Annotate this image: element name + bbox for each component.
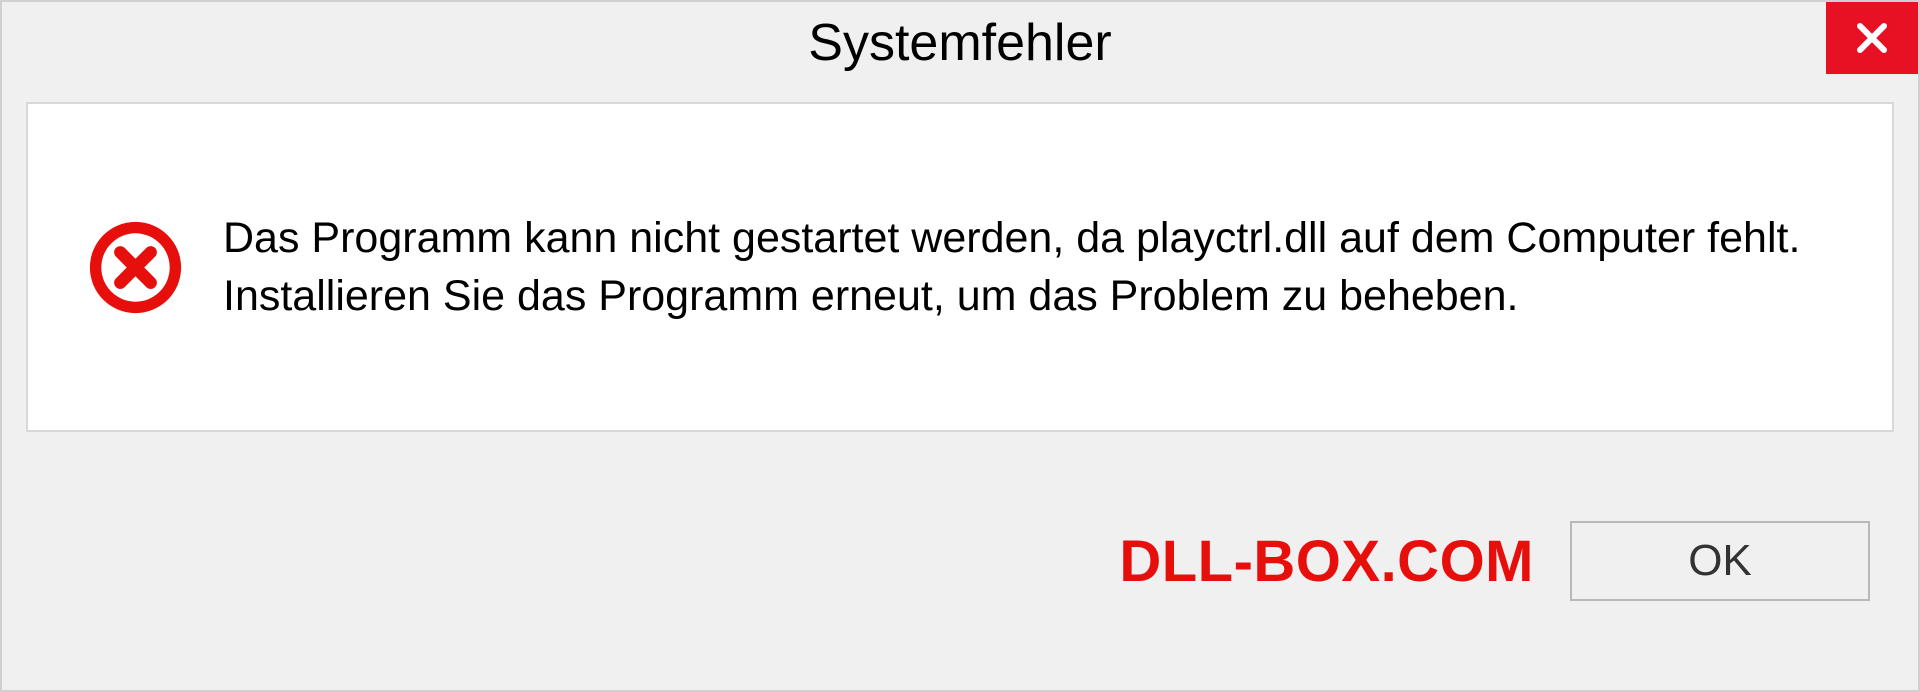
error-dialog: Systemfehler Das Programm kann nicht ges… xyxy=(0,0,1920,692)
error-message: Das Programm kann nicht gestartet werden… xyxy=(223,209,1832,325)
watermark-text: DLL-BOX.COM xyxy=(1119,528,1534,595)
dialog-footer: DLL-BOX.COM OK xyxy=(2,432,1918,690)
error-icon xyxy=(88,220,183,315)
close-button[interactable] xyxy=(1826,2,1918,74)
content-panel: Das Programm kann nicht gestartet werden… xyxy=(26,102,1894,432)
ok-button[interactable]: OK xyxy=(1570,521,1870,601)
close-icon xyxy=(1852,18,1892,58)
titlebar: Systemfehler xyxy=(2,2,1918,84)
dialog-title: Systemfehler xyxy=(808,13,1111,73)
